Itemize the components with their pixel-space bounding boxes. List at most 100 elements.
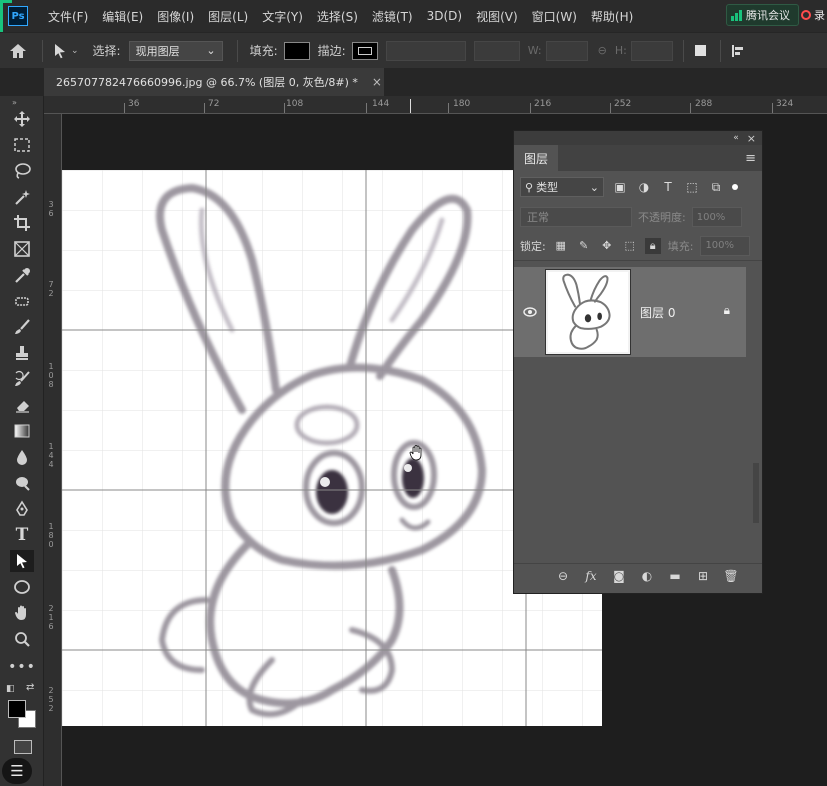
close-panel-icon[interactable]: ×: [747, 132, 756, 145]
panel-scrollbar[interactable]: [753, 463, 759, 523]
close-icon[interactable]: ×: [372, 75, 382, 89]
foreground-color-swatch[interactable]: [8, 700, 26, 718]
menu-type[interactable]: 文字(Y): [262, 8, 303, 25]
link-layers-icon[interactable]: ⊖: [554, 569, 572, 583]
blend-mode-dropdown[interactable]: 正常: [520, 207, 632, 227]
menu-3d[interactable]: 3D(D): [427, 9, 462, 23]
document-tab-title: 265707782476660996.jpg @ 66.7% (图层 0, 灰色…: [56, 76, 358, 89]
marquee-tool[interactable]: [10, 134, 34, 156]
menu-window[interactable]: 窗口(W): [532, 8, 577, 25]
menu-image[interactable]: 图像(I): [157, 8, 194, 25]
swap-colors-icon[interactable]: ⇄: [26, 682, 34, 693]
history-brush-tool[interactable]: [10, 368, 34, 390]
more-tools-button[interactable]: •••: [8, 656, 35, 678]
select-dropdown[interactable]: 现用图层 ⌄: [128, 40, 223, 61]
ellipse-tool[interactable]: [10, 576, 34, 598]
ruler-horizontal: 36 72 108 144 180 216 252 288 324: [44, 96, 827, 114]
menu-view[interactable]: 视图(V): [476, 8, 518, 25]
healing-brush-tool[interactable]: [10, 290, 34, 312]
stroke-color-swatch[interactable]: [351, 41, 378, 60]
path-selection-tool-preset[interactable]: ⌄: [53, 43, 79, 59]
record-icon: [801, 10, 811, 20]
collapse-toolbar-icon[interactable]: »: [12, 98, 17, 107]
quick-mask-icon[interactable]: [14, 740, 32, 754]
document-tab-bar: 265707782476660996.jpg @ 66.7% (图层 0, 灰色…: [44, 68, 827, 96]
record-indicator[interactable]: 录: [801, 4, 827, 26]
dodge-tool[interactable]: [10, 472, 34, 494]
frame-tool[interactable]: [10, 238, 34, 260]
document-tab[interactable]: 265707782476660996.jpg @ 66.7% (图层 0, 灰色…: [44, 68, 384, 96]
smart-object-filter-icon[interactable]: ⧉: [708, 180, 724, 195]
ruler-vertical: 3 6 7 2 1 0 8 1 4 4 1 8 0 2 1 6 2 5 2: [44, 114, 62, 786]
height-field[interactable]: [630, 40, 673, 61]
lock-transparent-icon[interactable]: ▦: [553, 238, 569, 254]
ruler-tick-label: 252: [614, 99, 632, 109]
pen-tool[interactable]: [10, 498, 34, 520]
layer-thumbnail[interactable]: [545, 269, 631, 355]
history-brush-icon: [15, 370, 30, 386]
filter-toggle-icon[interactable]: [732, 184, 738, 190]
ruler-tick-label: 288: [695, 99, 713, 109]
menu-help[interactable]: 帮助(H): [591, 8, 633, 25]
pixel-layer-filter-icon[interactable]: ▣: [612, 180, 628, 194]
default-colors-icon[interactable]: ◧: [6, 684, 15, 694]
blur-tool[interactable]: [10, 446, 34, 468]
path-operations-button[interactable]: [690, 41, 712, 61]
delete-layer-trash-icon[interactable]: 🗑︎: [722, 569, 740, 583]
adjustment-layer-filter-icon[interactable]: ◑: [636, 180, 652, 194]
eraser-tool[interactable]: [10, 394, 34, 416]
lock-artboard-icon[interactable]: ⬚: [622, 238, 638, 254]
brush-tool[interactable]: [10, 316, 34, 338]
fill-field[interactable]: 100%: [700, 235, 751, 256]
select-label: 选择:: [92, 44, 121, 58]
layer-name[interactable]: 图层 0: [640, 304, 675, 321]
new-group-folder-icon[interactable]: ▬: [666, 569, 684, 583]
type-tool[interactable]: T: [10, 524, 34, 546]
layer-filter-dropdown[interactable]: ⚲ 类型 ⌄: [520, 177, 604, 197]
link-icon[interactable]: ⊖: [598, 44, 607, 57]
width-field[interactable]: [545, 40, 588, 61]
lock-image-icon[interactable]: ✎: [576, 238, 592, 254]
tencent-meeting-indicator[interactable]: 腾讯会议: [726, 4, 799, 26]
screen-mode-icon[interactable]: ☰: [2, 758, 32, 784]
panel-menu-icon[interactable]: ≡: [745, 151, 756, 166]
eyedropper-tool[interactable]: [10, 264, 34, 286]
move-tool[interactable]: [10, 108, 34, 130]
menu-edit[interactable]: 编辑(E): [102, 8, 143, 25]
lock-position-icon[interactable]: ✥: [599, 238, 615, 254]
menu-filter[interactable]: 滤镜(T): [372, 8, 413, 25]
quick-selection-tool[interactable]: [10, 186, 34, 208]
stroke-width-field[interactable]: [385, 40, 466, 61]
opacity-label: 不透明度:: [638, 211, 686, 224]
type-layer-filter-icon[interactable]: T: [660, 180, 676, 194]
arrow-cursor-icon: [55, 43, 65, 58]
clone-stamp-tool[interactable]: [10, 342, 34, 364]
color-swatches[interactable]: [8, 700, 38, 730]
lock-all-icon[interactable]: 🔒︎: [644, 237, 661, 254]
adjustment-layer-icon[interactable]: ◐: [638, 569, 656, 583]
menu-select[interactable]: 选择(S): [317, 8, 358, 25]
chevron-down-icon: ⌄: [71, 45, 79, 56]
opacity-field[interactable]: 100%: [691, 207, 742, 227]
add-mask-icon[interactable]: ◙: [610, 569, 628, 583]
gradient-tool[interactable]: [10, 420, 34, 442]
path-selection-tool[interactable]: [10, 550, 34, 572]
zoom-tool[interactable]: [10, 628, 34, 650]
path-alignment-button[interactable]: [727, 41, 749, 61]
layer-row[interactable]: 图层 0 🔒︎: [514, 267, 746, 357]
new-layer-icon[interactable]: ⊞: [694, 569, 712, 583]
layer-style-fx-icon[interactable]: fx: [582, 569, 600, 583]
home-button[interactable]: [0, 33, 36, 69]
menu-layer[interactable]: 图层(L): [208, 8, 248, 25]
collapse-panel-icon[interactable]: «: [733, 133, 739, 143]
crop-tool[interactable]: [10, 212, 34, 234]
menu-file[interactable]: 文件(F): [48, 8, 88, 25]
eye-icon[interactable]: [514, 307, 546, 317]
stroke-type-dropdown[interactable]: [473, 40, 520, 61]
lasso-tool[interactable]: [10, 160, 34, 182]
shape-layer-filter-icon[interactable]: ⬚: [684, 180, 700, 194]
record-label: 录: [814, 9, 825, 22]
layers-panel-tab[interactable]: 图层: [514, 145, 559, 171]
hand-tool[interactable]: [10, 602, 34, 624]
fill-color-swatch[interactable]: [283, 41, 310, 60]
